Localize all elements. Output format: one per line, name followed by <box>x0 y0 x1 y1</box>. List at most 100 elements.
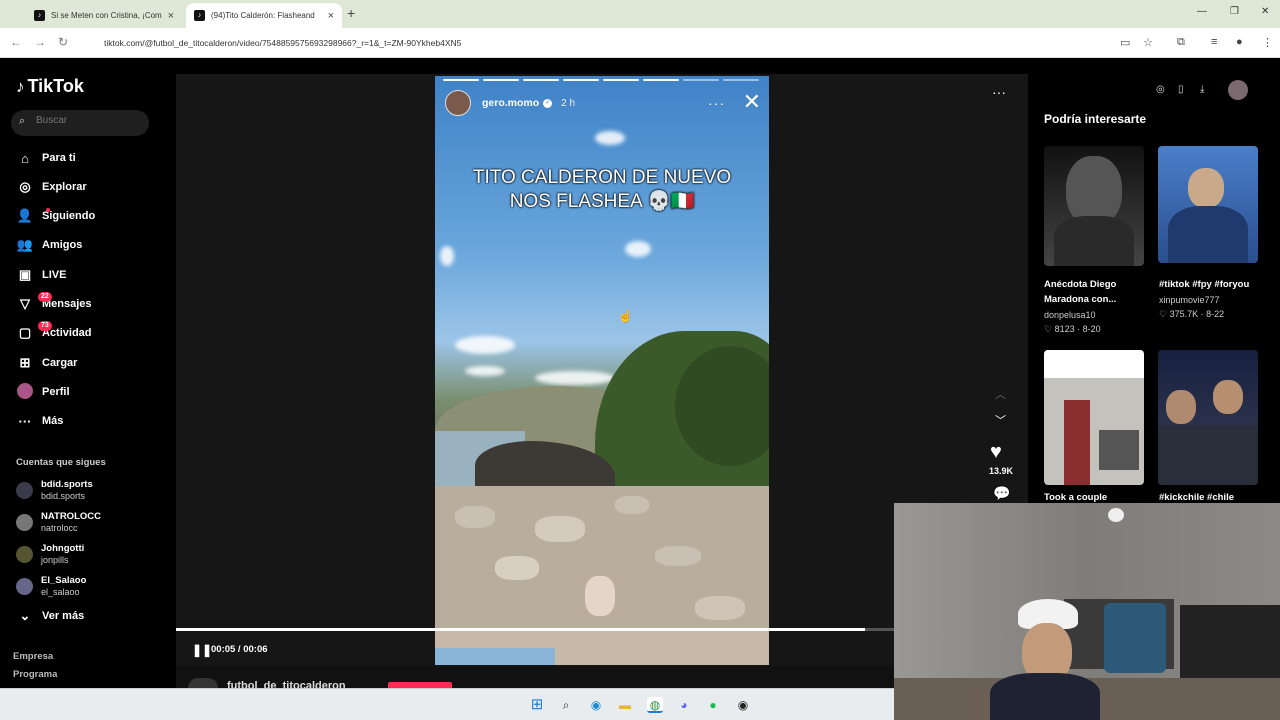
video-user[interactable]: xinpumovie777 <box>1159 295 1220 305</box>
rock <box>535 516 585 542</box>
search-box[interactable]: ⌕ <box>11 110 149 136</box>
tiktok-favicon-icon: ♪ <box>194 10 205 21</box>
live-icon: ▣ <box>18 267 32 282</box>
browser-menu-icon[interactable]: ⋮ <box>1262 36 1273 49</box>
chevron-down-icon[interactable]: ﹀ <box>995 412 1006 428</box>
search-icon[interactable]: ⌕ <box>558 697 574 713</box>
story-progress-segment <box>563 79 599 81</box>
nav-siguiendo[interactable]: 👤 Siguiendo <box>16 205 95 227</box>
story-progress-segment <box>483 79 519 81</box>
nav-mas[interactable]: ··· Más <box>16 410 64 432</box>
story-caption: TITO CALDERON DE NUEVO NOS FLASHEA 💀🇮🇹 <box>472 167 732 212</box>
avatar[interactable] <box>1228 80 1248 100</box>
video-title[interactable]: Anécdota Diego Maradona con... <box>1044 277 1154 307</box>
edge-icon[interactable]: ◉ <box>588 697 604 713</box>
nav-cargar[interactable]: ⊞ Cargar <box>16 352 78 374</box>
discord-icon[interactable]: ◕ <box>676 697 692 713</box>
chrome-icon[interactable]: ◍ <box>647 697 663 713</box>
url-field[interactable]: tiktok.com/@futbol_de_titocalderon/video… <box>84 32 1174 54</box>
download-icon[interactable]: ⤓ <box>1200 84 1204 95</box>
spotify-icon[interactable]: ● <box>705 697 721 713</box>
tiktok-logo[interactable]: ♪ TikTok <box>16 76 84 97</box>
rock <box>695 596 745 620</box>
bookmark-star-icon[interactable]: ☆ <box>1143 36 1153 49</box>
file-explorer-icon[interactable]: ▬ <box>617 697 633 713</box>
cloud <box>440 246 454 266</box>
video-user[interactable]: donpelusa10 <box>1044 310 1096 320</box>
coins-icon[interactable]: ◎ <box>1156 84 1165 95</box>
nav-live[interactable]: ▣ LIVE <box>16 264 67 286</box>
following-account[interactable]: bdid.sports bdid.sports <box>16 479 93 502</box>
footer-link-programa[interactable]: Programa <box>13 669 57 680</box>
nav-para-ti[interactable]: ⌂ Para ti <box>16 147 76 169</box>
windows-start-icon[interactable]: ⊞ <box>529 697 545 713</box>
video-thumbnail[interactable] <box>1044 146 1144 266</box>
close-icon[interactable]: × <box>328 10 334 22</box>
new-tab-icon[interactable]: + <box>347 5 355 21</box>
foot <box>585 576 615 616</box>
timecode: 00:05 / 00:06 <box>211 644 268 655</box>
search-icon: ⌕ <box>19 115 26 127</box>
tab-title: Si se Meten con Cristina, ¡Com <box>51 11 162 20</box>
more-options-icon[interactable]: ··· <box>992 84 1006 100</box>
story-username[interactable]: gero.momo <box>482 97 539 109</box>
cast-icon[interactable]: ▭ <box>1120 36 1130 49</box>
verified-icon: ✓ <box>543 98 553 108</box>
following-account[interactable]: Johngotti jonpills <box>16 543 84 566</box>
extensions-icon[interactable]: ⧉ <box>1177 36 1185 49</box>
video-stats: ♡ 375.7K · 8-22 <box>1159 309 1225 319</box>
avatar[interactable] <box>445 90 471 116</box>
story-progress-segment <box>723 79 759 81</box>
pause-icon[interactable]: ❚❚ <box>192 643 212 657</box>
avatar <box>16 514 33 531</box>
footer-link-empresa[interactable]: Empresa <box>13 651 53 662</box>
following-account[interactable]: El_Salaoo el_salaoo <box>16 575 86 598</box>
story-progress-segment <box>683 79 719 81</box>
video-thumbnail[interactable] <box>1044 350 1144 485</box>
story-options-icon[interactable]: ··· <box>708 95 725 111</box>
video-title[interactable]: #tiktok #fpy #foryou <box>1159 277 1269 292</box>
nav-explorar[interactable]: ◎ Explorar <box>16 176 86 198</box>
search-input[interactable] <box>36 115 141 126</box>
forward-icon[interactable]: → <box>34 35 46 49</box>
chevron-up-icon[interactable]: ︿ <box>995 386 1006 402</box>
following-section-title: Cuentas que sigues <box>16 457 106 468</box>
close-icon[interactable]: ✕ <box>743 91 761 113</box>
close-icon[interactable]: × <box>168 10 174 22</box>
story-video[interactable]: gero.momo ✓ 2 h ··· ✕ TITO CALDERON DE N… <box>435 76 769 665</box>
video-thumbnail[interactable] <box>1158 350 1258 485</box>
comment-icon[interactable]: 💬 <box>993 485 1010 502</box>
seek-bar[interactable] <box>176 628 894 631</box>
like-heart-icon[interactable]: ♥ <box>990 441 1002 464</box>
browser-tab-2[interactable]: ♪ (94)Tito Calderón: Flasheand × <box>186 3 342 28</box>
reading-list-icon[interactable]: ≡ <box>1211 36 1217 48</box>
address-bar-row: ← → ↻ ⚙ tiktok.com/@futbol_de_titocalder… <box>0 28 1280 58</box>
video-thumbnail[interactable] <box>1158 146 1258 263</box>
browser-tab-1[interactable]: ♪ Si se Meten con Cristina, ¡Com × <box>26 3 182 28</box>
obs-icon[interactable]: ◉ <box>735 697 751 713</box>
window-close-icon[interactable]: ✕ <box>1261 6 1269 17</box>
more-icon: ··· <box>18 413 32 429</box>
rock <box>615 496 649 514</box>
suggestions-title: Podría interesarte <box>1044 112 1147 126</box>
nav-mensajes[interactable]: ▽ 22 Mensajes <box>16 292 92 315</box>
seek-bar-fill <box>176 628 866 631</box>
maximize-icon[interactable]: ❐ <box>1230 6 1239 17</box>
avatar[interactable] <box>188 678 218 688</box>
story-header: gero.momo ✓ 2 h <box>445 90 575 116</box>
rock <box>455 506 495 528</box>
profile-avatar-icon[interactable]: ● <box>1236 36 1243 48</box>
chevron-down-icon: ⌄ <box>19 608 31 623</box>
see-more-button[interactable]: ⌄ Ver más <box>16 605 85 627</box>
following-account[interactable]: NATROLOCC natrolocc <box>16 511 101 534</box>
story-progress-segment <box>523 79 559 81</box>
device-icon[interactable]: ▯ <box>1178 84 1184 95</box>
mouse-cursor-icon: ☝ <box>618 309 633 323</box>
back-icon[interactable]: ← <box>10 35 22 49</box>
minimize-icon[interactable]: — <box>1197 6 1207 17</box>
activity-badge: 73 <box>38 321 52 331</box>
nav-actividad[interactable]: ▢ 73 Actividad <box>16 321 92 344</box>
nav-amigos[interactable]: 👥 Amigos <box>16 234 82 256</box>
nav-perfil[interactable]: Perfil <box>16 381 70 403</box>
reload-icon[interactable]: ↻ <box>58 35 68 49</box>
